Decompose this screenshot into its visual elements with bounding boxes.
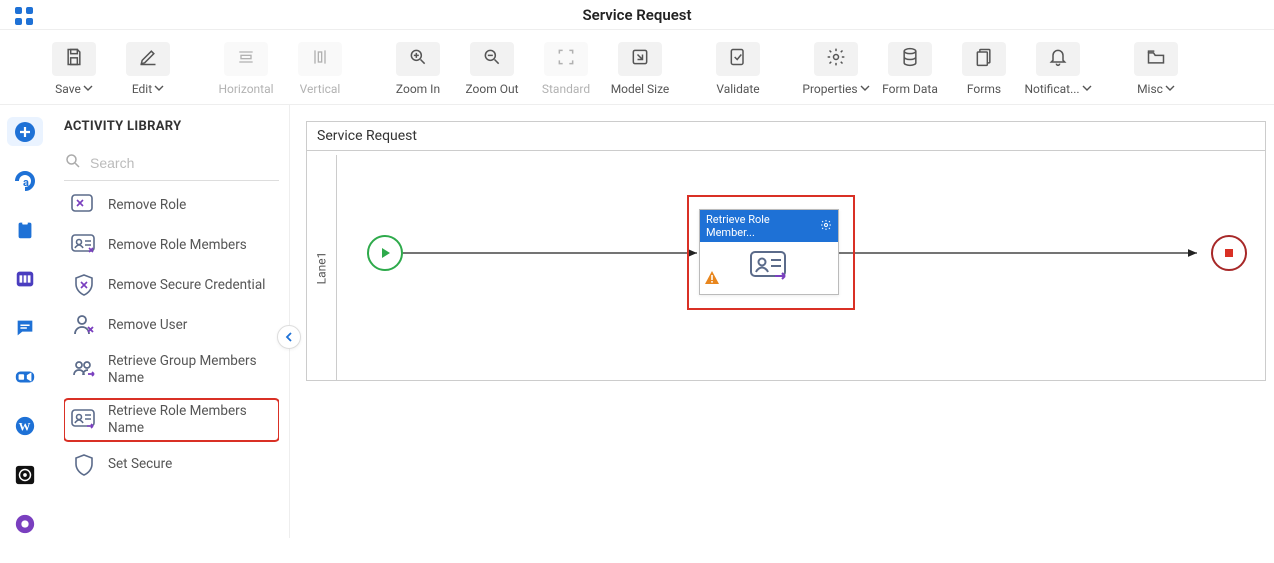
zoom-out-icon <box>482 47 502 71</box>
rail-support-button[interactable] <box>7 509 43 538</box>
forms-icon <box>974 47 994 71</box>
notifications-button[interactable]: Notificat... <box>1024 42 1092 96</box>
zoom-standard-button: Standard <box>532 42 600 96</box>
lib-item-retrieve-group-members-name[interactable]: Retrieve Group Members Name <box>64 349 279 391</box>
rail-target-button[interactable] <box>7 460 43 489</box>
frame-icon <box>556 47 576 71</box>
align-horizontal-icon <box>236 47 256 71</box>
misc-button[interactable]: Misc <box>1122 42 1190 96</box>
id-card-x-icon <box>70 233 98 257</box>
zoom-out-button[interactable]: Zoom Out <box>458 42 526 96</box>
svg-text:W: W <box>19 419 31 433</box>
chevron-down-icon <box>1165 82 1175 96</box>
users-arrow-icon <box>70 358 98 382</box>
database-icon <box>900 47 920 71</box>
app-grid-icon[interactable] <box>14 6 34 30</box>
activity-node-retrieve-role-members[interactable]: Retrieve Role Member... <box>699 209 839 295</box>
align-vertical-icon <box>310 47 330 71</box>
left-rail: a W <box>0 105 50 538</box>
chevron-down-icon <box>154 82 164 96</box>
validate-icon <box>728 47 748 71</box>
lib-item-remove-role-members[interactable]: Remove Role Members <box>64 229 279 261</box>
validate-button[interactable]: Validate <box>704 42 772 96</box>
svg-text:a: a <box>23 176 29 189</box>
end-event-node[interactable] <box>1211 235 1247 271</box>
search-icon <box>64 152 82 174</box>
library-title: ACTIVITY LIBRARY <box>64 119 279 134</box>
model-size-button[interactable]: Model Size <box>606 42 674 96</box>
chevron-down-icon <box>83 82 93 96</box>
warning-icon <box>704 270 720 290</box>
lib-item-remove-role[interactable]: Remove Role <box>64 189 279 221</box>
page-title: Service Request <box>0 6 1274 24</box>
lib-item-remove-secure-credential[interactable]: Remove Secure Credential <box>64 269 279 301</box>
folder-icon <box>1146 47 1166 71</box>
rail-video-button[interactable] <box>7 362 43 391</box>
chevron-down-icon <box>1082 82 1092 96</box>
shield-icon <box>70 453 98 477</box>
rail-columns-button[interactable] <box>7 264 43 293</box>
bell-icon <box>1048 47 1068 71</box>
save-icon <box>64 47 84 71</box>
lib-item-retrieve-role-members-name[interactable]: Retrieve Role Members Name <box>64 399 279 441</box>
activity-node-highlight: Retrieve Role Member... <box>687 195 855 310</box>
forms-button[interactable]: Forms <box>950 42 1018 96</box>
edit-icon <box>138 47 158 71</box>
align-vertical-button: Vertical <box>286 42 354 96</box>
edit-button[interactable]: Edit <box>114 42 182 96</box>
id-card-arrow-icon <box>749 250 789 286</box>
lib-item-set-secure[interactable]: Set Secure <box>64 449 279 481</box>
form-data-button[interactable]: Form Data <box>876 42 944 96</box>
canvas-title: Service Request <box>307 122 1265 151</box>
process-canvas[interactable]: Service Request Lane1 Retrieve Role Memb… <box>290 105 1274 538</box>
save-button[interactable]: Save <box>40 42 108 96</box>
lane-header[interactable]: Lane1 <box>307 155 337 380</box>
toolbar: Save Edit Horizontal Vertical Zoom In Zo… <box>0 30 1274 105</box>
rail-add-button[interactable] <box>7 117 43 146</box>
gear-icon[interactable] <box>820 219 832 234</box>
properties-button[interactable]: Properties <box>802 42 870 96</box>
user-x-icon <box>70 313 98 337</box>
align-horizontal-button: Horizontal <box>212 42 280 96</box>
activity-title: Retrieve Role Member... <box>706 213 820 239</box>
gear-icon <box>826 47 846 71</box>
rail-clipboard-button[interactable] <box>7 215 43 244</box>
lib-item-remove-user[interactable]: Remove User <box>64 309 279 341</box>
search-input[interactable] <box>90 155 279 171</box>
shield-x-icon <box>70 273 98 297</box>
expand-icon <box>630 47 650 71</box>
id-card-arrow-icon <box>70 408 98 432</box>
rail-wordpress-button[interactable]: W <box>7 411 43 440</box>
rail-a-button[interactable]: a <box>7 166 43 195</box>
activity-library-panel: ACTIVITY LIBRARY Remove Role Remove Role… <box>50 105 290 538</box>
rail-chat-button[interactable] <box>7 313 43 342</box>
lane-label: Lane1 <box>315 251 329 284</box>
zoom-in-button[interactable]: Zoom In <box>384 42 452 96</box>
start-event-node[interactable] <box>367 235 403 271</box>
role-x-icon <box>70 193 98 217</box>
chevron-down-icon <box>860 82 870 96</box>
zoom-in-icon <box>408 47 428 71</box>
